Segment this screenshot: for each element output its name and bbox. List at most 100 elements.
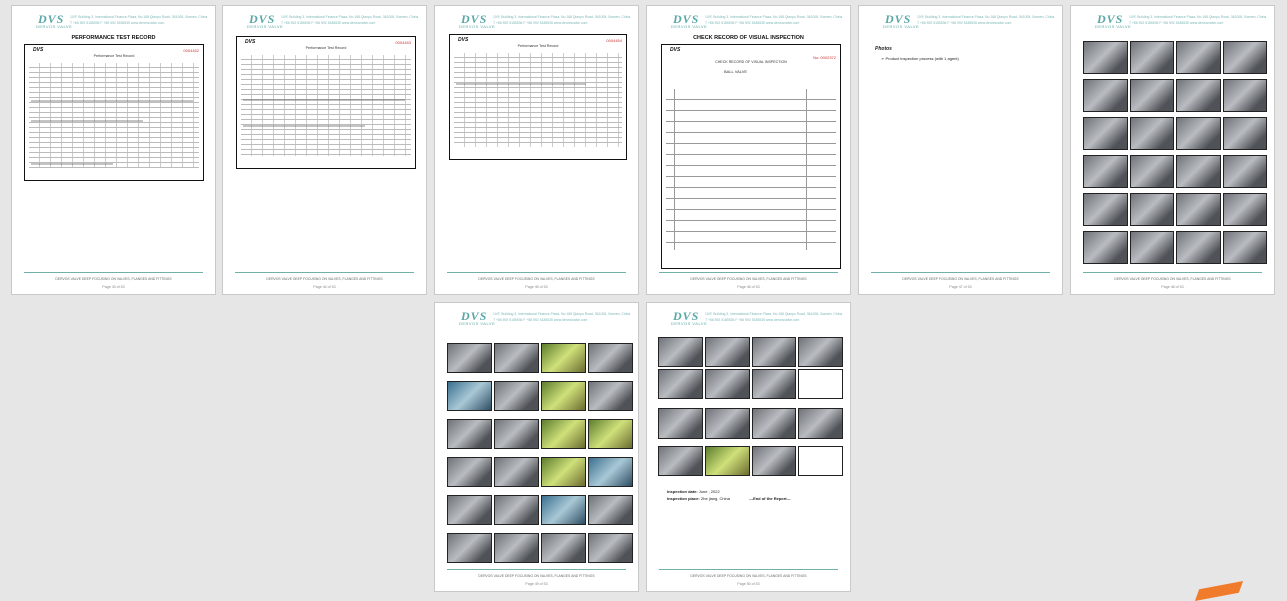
footer-line	[447, 569, 626, 570]
logo-subtitle: DERVOS VALVE	[36, 24, 73, 29]
footer-text: DERVOS VALVE DEEP FOCUSING ON VALVES, FL…	[902, 277, 1019, 281]
logo-subtitle: DERVOS VALVE	[459, 321, 496, 326]
photo	[1222, 117, 1267, 150]
handwriting	[243, 99, 405, 101]
scanned-test-record: DVS 0004452 Performance Test Record	[24, 44, 204, 181]
photo	[494, 381, 539, 411]
photo	[1222, 155, 1267, 188]
scan-logo: DVS	[245, 39, 256, 45]
photo	[751, 337, 797, 367]
photo	[751, 446, 797, 476]
footer-text: DERVOS VALVE DEEP FOCUSING ON VALVES, FL…	[1114, 277, 1231, 281]
footer-line	[1083, 272, 1262, 273]
photo	[1083, 41, 1128, 74]
photo	[1222, 231, 1267, 264]
scan-logo: DVS	[33, 47, 44, 53]
photo	[447, 495, 492, 525]
photo	[1129, 193, 1174, 226]
photo	[1129, 117, 1174, 150]
photo	[541, 495, 586, 525]
page-header: DVS DERVOS VALVE 10/F, Building 3, Inter…	[1081, 12, 1268, 34]
scan-logo: DVS	[458, 37, 469, 43]
footer-text: DERVOS VALVE DEEP FOCUSING ON VALVES, FL…	[690, 277, 807, 281]
header-address: 10/F, Building 3, International Finance …	[493, 312, 631, 316]
header-address: 10/F, Building 3, International Finance …	[705, 312, 843, 316]
page-header: DVS DERVOS VALVE 10/F, Building 3, Inter…	[445, 12, 632, 34]
photo	[1129, 41, 1174, 74]
photo	[1222, 193, 1267, 226]
photo	[1176, 193, 1221, 226]
inspection-date-label: Inspection date:	[667, 489, 698, 494]
bullet-item: ➢ Product inspection process (with 1 age…	[881, 56, 959, 61]
footer-line	[447, 272, 626, 273]
photo-grid-1	[658, 337, 843, 399]
footer-line	[235, 272, 414, 273]
photo-grid-2	[658, 408, 843, 439]
logo-subtitle: DERVOS VALVE	[1095, 24, 1132, 29]
header-contacts: T +86 592 5185536 F +86 592 5185535 www.…	[705, 21, 800, 25]
header-contacts: T +86 592 5185536 F +86 592 5185535 www.…	[493, 318, 588, 322]
photo	[494, 533, 539, 563]
inspection-date-value: June , 2022	[698, 489, 720, 494]
scanned-test-record: DVS 0004453 Performance Test Record	[236, 36, 416, 169]
footer-text: DERVOS VALVE DEEP FOCUSING ON VALVES, FL…	[266, 277, 383, 281]
photo	[658, 408, 703, 439]
page-number: Page 47 of 53	[949, 285, 972, 289]
header-contacts: T +86 592 5185536 F +86 592 5185535 www.…	[493, 21, 588, 25]
scan-table-grid	[454, 53, 622, 147]
photo	[494, 457, 539, 487]
inspection-place-label: Inspection place:	[667, 496, 700, 501]
footer-text: DERVOS VALVE DEEP FOCUSING ON VALVES, FL…	[478, 574, 595, 578]
photo	[588, 533, 633, 563]
footer-line	[659, 569, 838, 570]
handwriting	[31, 163, 113, 165]
valve-type-handwritten: BALL VALVE	[724, 69, 748, 74]
footer-line	[659, 272, 838, 273]
page-number: Page 44 of 53	[313, 285, 336, 289]
page-photos-3: DVS DERVOS VALVE 10/F, Building 3, Inter…	[646, 302, 851, 592]
page-number: Page 46 of 53	[737, 285, 760, 289]
page-visual-inspection: DVS DERVOS VALVE 10/F, Building 3, Inter…	[646, 5, 851, 295]
photo	[704, 446, 750, 476]
photo-grid	[447, 343, 633, 563]
photo	[1129, 155, 1174, 188]
header-address: 10/F, Building 3, International Finance …	[1129, 15, 1267, 19]
scan-serial-number: 0004453	[395, 40, 411, 45]
photo	[1129, 79, 1174, 112]
corner-decoration	[1194, 580, 1244, 601]
logo-subtitle: DERVOS VALVE	[671, 321, 708, 326]
page-header: DVS DERVOS VALVE 10/F, Building 3, Inter…	[657, 12, 844, 34]
photo	[494, 495, 539, 525]
photo	[494, 419, 539, 449]
header-address: 10/F, Building 3, International Finance …	[281, 15, 419, 19]
bullet-text: Product inspection process (with 1 agent…	[885, 56, 959, 61]
header-address: 10/F, Building 3, International Finance …	[705, 15, 843, 19]
footer-text: DERVOS VALVE DEEP FOCUSING ON VALVES, FL…	[690, 574, 807, 578]
page-header: DVS DERVOS VALVE 10/F, Building 3, Inter…	[233, 12, 420, 34]
page-photos-2: DVS DERVOS VALVE 10/F, Building 3, Inter…	[434, 302, 639, 592]
logo-subtitle: DERVOS VALVE	[671, 24, 708, 29]
photo	[658, 446, 703, 476]
photo	[588, 457, 633, 487]
inspection-place-row: Inspection place: Zhe jiang, China ---En…	[667, 496, 791, 501]
photo	[1129, 231, 1174, 264]
handwriting	[31, 120, 143, 122]
page-number: Page 50 of 53	[737, 582, 760, 586]
photo	[1083, 193, 1128, 226]
photo	[1222, 41, 1267, 74]
page-photos-intro: DVS DERVOS VALVE 10/F, Building 3, Inter…	[858, 5, 1063, 295]
photo	[447, 457, 492, 487]
scan-title: CHECK RECORD OF VISUAL INSPECTION	[715, 60, 787, 64]
footer-line	[871, 272, 1050, 273]
photo	[494, 343, 539, 373]
scan-serial-number: 0004454	[606, 38, 622, 43]
photo	[1176, 155, 1221, 188]
photo	[541, 343, 586, 373]
page-performance-test-2: DVS DERVOS VALVE 10/F, Building 3, Inter…	[222, 5, 427, 295]
header-contacts: T +86 592 5185536 F +86 592 5185535 www.…	[281, 21, 376, 25]
page-number: Page 48 of 53	[1161, 285, 1184, 289]
page-header: DVS DERVOS VALVE 10/F, Building 3, Inter…	[869, 12, 1056, 34]
header-contacts: T +86 592 5185536 F +86 592 5185535 www.…	[70, 21, 165, 25]
footer-text: DERVOS VALVE DEEP FOCUSING ON VALVES, FL…	[55, 277, 172, 281]
photo-empty	[798, 369, 843, 399]
